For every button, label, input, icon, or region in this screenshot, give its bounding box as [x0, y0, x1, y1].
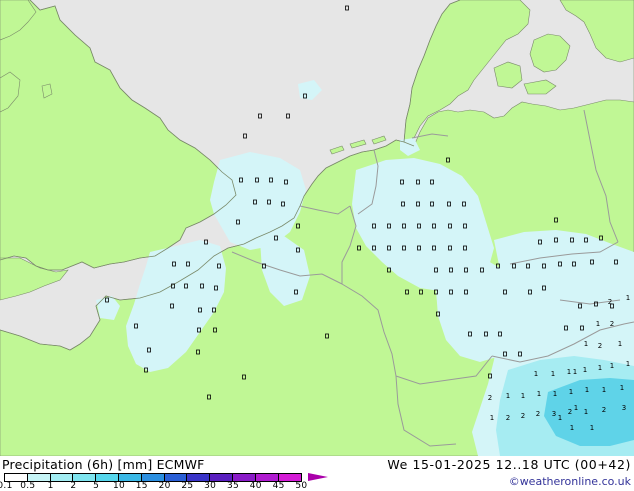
grid-point-value: 3 — [622, 404, 626, 412]
grid-point-value: 1 — [558, 414, 562, 422]
grid-point-value: 1 — [620, 384, 624, 392]
grid-point-value: 1 — [490, 414, 494, 422]
grid-point-value: 1 — [534, 370, 538, 378]
grid-point-value: 1 — [602, 386, 606, 394]
grid-point-value: 2 — [568, 408, 572, 416]
grid-point-value: 2 — [610, 320, 614, 328]
scale-swatch — [210, 474, 233, 481]
scale-swatch — [232, 474, 256, 481]
map-footer: Precipitation (6h) [mm] ECMWF We 15-01-2… — [0, 456, 634, 491]
grid-point-value: 1 — [553, 390, 557, 398]
precipitation-map: 1111111111111112232123221212111121111 — [0, 0, 634, 456]
scale-swatch — [73, 474, 97, 481]
grid-point-value: 1 — [626, 360, 630, 368]
grid-point-value: 1 — [584, 408, 588, 416]
grid-point-value: 1 — [569, 388, 573, 396]
grid-point-value: 1 — [583, 366, 587, 374]
grid-point-value: 2 — [536, 410, 540, 418]
scale-swatch — [5, 474, 28, 481]
scale-swatch — [255, 474, 279, 481]
scale-swatch — [164, 474, 188, 481]
grid-point-value: 1 — [610, 362, 614, 370]
scale-swatch — [27, 474, 51, 481]
scale-swatch — [278, 474, 302, 481]
grid-point-value: 1 — [570, 424, 574, 432]
grid-point-value: 2 — [488, 394, 492, 402]
grid-point-value: 2 — [608, 298, 612, 306]
grid-point-value: 1 — [618, 340, 622, 348]
grid-point-value: 1 — [573, 368, 577, 376]
grid-point-value: 1 — [584, 340, 588, 348]
grid-point-value: 1 — [521, 392, 525, 400]
scale-swatch — [141, 474, 165, 481]
color-scale-arrow — [308, 473, 328, 481]
grid-point-value: 1 — [574, 404, 578, 412]
grid-point-value: 2 — [602, 406, 606, 414]
grid-point-value: 1 — [596, 320, 600, 328]
grid-point-value: 1 — [590, 424, 594, 432]
map-canvas: 1 1 1 1 1 1 11 1 1 1 1 1 1 12 2 3 2 1 2 3221212111121111 — [0, 0, 634, 456]
scale-swatch — [187, 474, 211, 481]
grid-point-value: 2 — [598, 342, 602, 350]
grid-point-value: 2 — [521, 412, 525, 420]
credit-link[interactable]: ©weatheronline.co.uk — [509, 475, 631, 488]
grid-point-value: 1 — [506, 392, 510, 400]
map-title: Precipitation (6h) [mm] ECMWF — [2, 457, 205, 472]
valid-time: We 15-01-2025 12..18 UTC (00+42) — [387, 457, 631, 472]
grid-point-value: 2 — [506, 414, 510, 422]
scale-swatch — [96, 474, 119, 481]
grid-point-value: 1 — [551, 370, 555, 378]
scale-swatch — [118, 474, 142, 481]
grid-point-value: 1 — [537, 390, 541, 398]
grid-point-value: 1 — [598, 364, 602, 372]
grid-point-value: 1 — [585, 386, 589, 394]
grid-point-value: 1 — [626, 294, 630, 302]
grid-point-value: 1 — [567, 368, 571, 376]
grid-point-value: 3 — [552, 410, 556, 418]
scale-swatch — [50, 474, 74, 481]
